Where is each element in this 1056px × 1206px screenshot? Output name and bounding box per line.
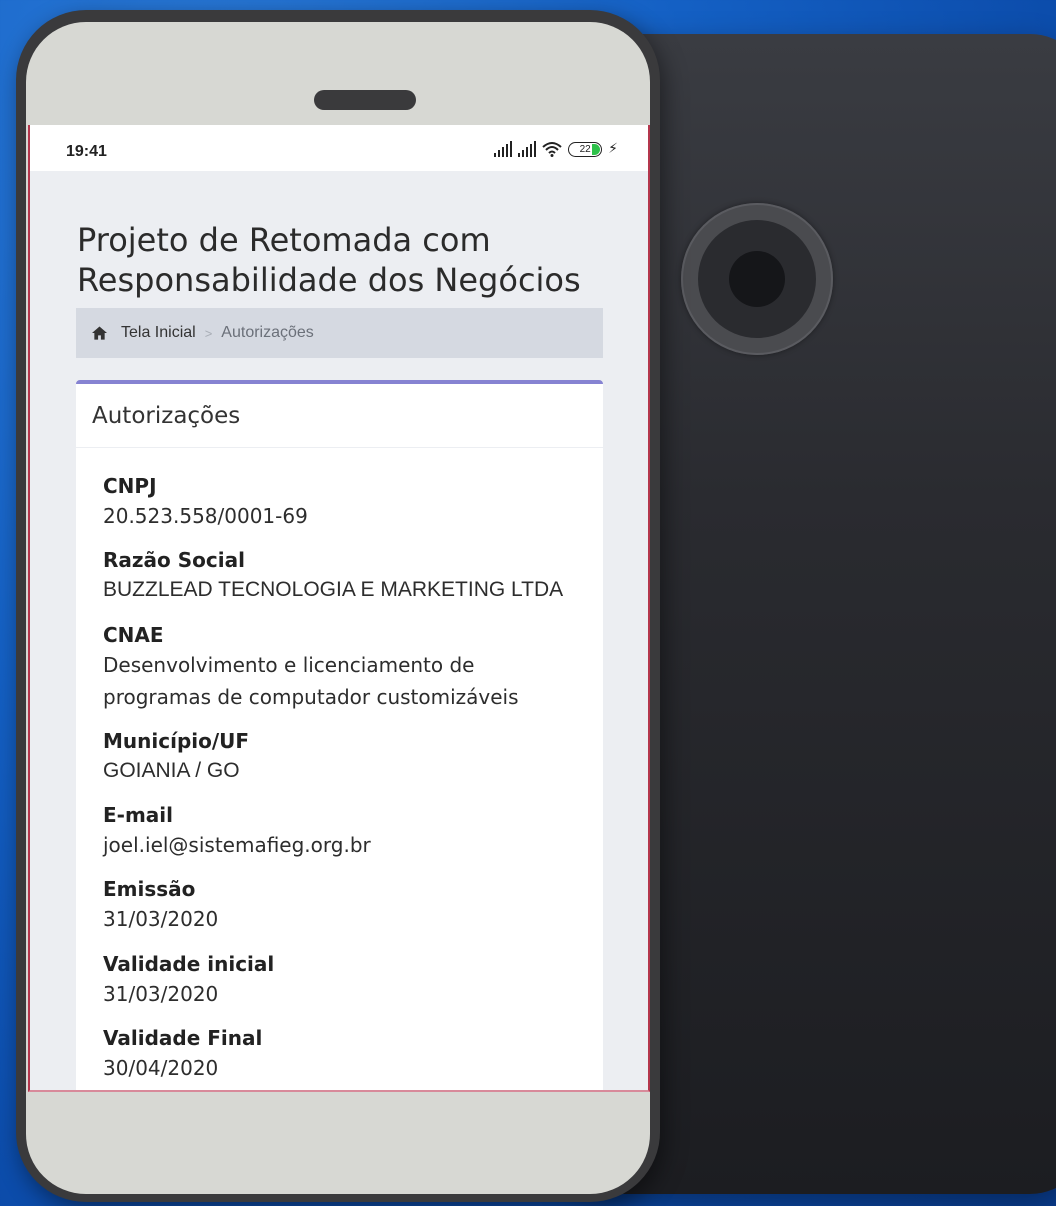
authorization-card: Autorizações CNPJ 20.523.558/0001-69 Raz… <box>76 380 603 1090</box>
field-label: Município/UF <box>103 729 250 753</box>
page-title: Projeto de Retomada com Responsabilidade… <box>77 221 581 299</box>
signal-icon <box>494 141 513 157</box>
field-validade-final: Validade Final 30/04/2020 <box>103 1024 262 1084</box>
field-value: 30/04/2020 <box>103 1056 219 1080</box>
field-value: 20.523.558/0001-69 <box>103 504 308 528</box>
field-razao-social: Razão Social BUZZLEAD TECNOLOGIA E MARKE… <box>103 546 563 606</box>
speaker-grille <box>314 90 416 110</box>
field-value: 31/03/2020 <box>103 982 219 1006</box>
home-icon[interactable] <box>92 326 107 340</box>
breadcrumb-home-link[interactable]: Tela Inicial <box>121 324 196 342</box>
field-emissao: Emissão 31/03/2020 <box>103 875 218 935</box>
field-municipio-uf: Município/UF GOIANIA / GO <box>103 727 249 787</box>
field-label: Razão Social <box>103 548 245 572</box>
field-label: Validade Final <box>103 1026 263 1050</box>
field-label: CNAE <box>103 623 164 647</box>
camera-lens-icon <box>729 251 785 307</box>
charging-bolt-icon: ⚡ <box>608 141 618 157</box>
field-email: E-mail joel.iel@sistemafieg.org.br <box>103 801 371 861</box>
field-label: CNPJ <box>103 474 157 498</box>
field-value: BUZZLEAD TECNOLOGIA E MARKETING LTDA <box>103 578 564 601</box>
breadcrumb-separator: > <box>204 325 213 341</box>
field-validade-inicial: Validade inicial 31/03/2020 <box>103 950 274 1010</box>
battery-level: 22 <box>579 143 591 155</box>
status-time: 19:41 <box>66 143 107 160</box>
field-value: Desenvolvimento e licenciamento de progr… <box>103 653 519 709</box>
battery-icon: 22 <box>568 141 603 157</box>
field-value: GOIANIA / GO <box>103 759 240 782</box>
phone-screen: 19:41 22 ⚡ Projeto de Retomada com Respo… <box>28 125 650 1092</box>
status-icons: 22 ⚡ <box>494 141 618 157</box>
field-label: Emissão <box>103 877 196 901</box>
field-label: E-mail <box>103 803 174 827</box>
breadcrumb: Tela Inicial > Autorizações <box>76 308 603 358</box>
status-bar: 19:41 22 ⚡ <box>30 125 648 171</box>
card-title: Autorizações <box>76 384 603 448</box>
breadcrumb-current: Autorizações <box>221 324 314 341</box>
wifi-icon <box>542 142 562 157</box>
field-label: Validade inicial <box>103 952 275 976</box>
field-cnpj: CNPJ 20.523.558/0001-69 <box>103 472 308 532</box>
field-value: 31/03/2020 <box>103 907 219 931</box>
signal-icon <box>518 141 537 157</box>
field-value: joel.iel@sistemafieg.org.br <box>103 833 371 857</box>
field-cnae: CNAE Desenvolvimento e licenciamento de … <box>103 621 563 713</box>
